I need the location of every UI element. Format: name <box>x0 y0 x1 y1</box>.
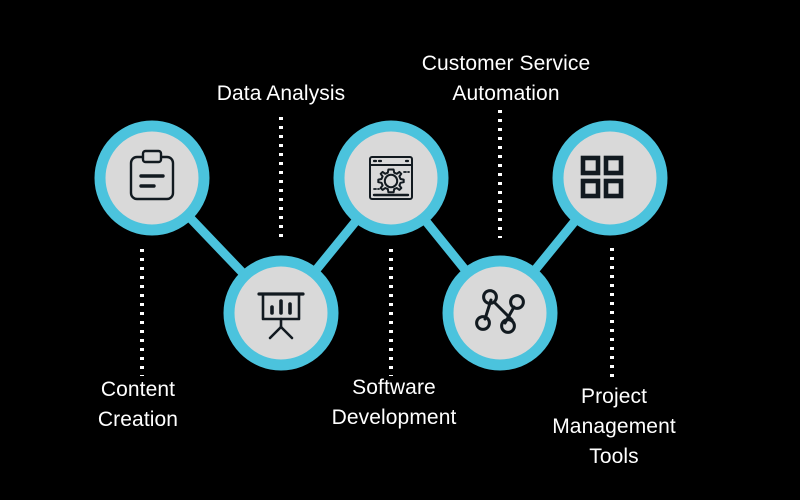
node-customer-service-automation[interactable] <box>442 255 558 371</box>
node-project-management-tools[interactable] <box>552 120 668 236</box>
infographic-canvas: Content Creation Data Analysis Software … <box>0 0 800 500</box>
node-circle-content-creation <box>94 120 210 236</box>
node-data-analysis[interactable] <box>223 255 339 371</box>
node-circle-customer-service-automation <box>442 255 558 371</box>
node-software-development[interactable] <box>333 120 449 236</box>
node-chain-diagram <box>94 110 668 380</box>
node-content-creation[interactable] <box>94 120 210 236</box>
node-circle-software-development <box>333 120 449 236</box>
node-circle-project-management-tools <box>552 120 668 236</box>
